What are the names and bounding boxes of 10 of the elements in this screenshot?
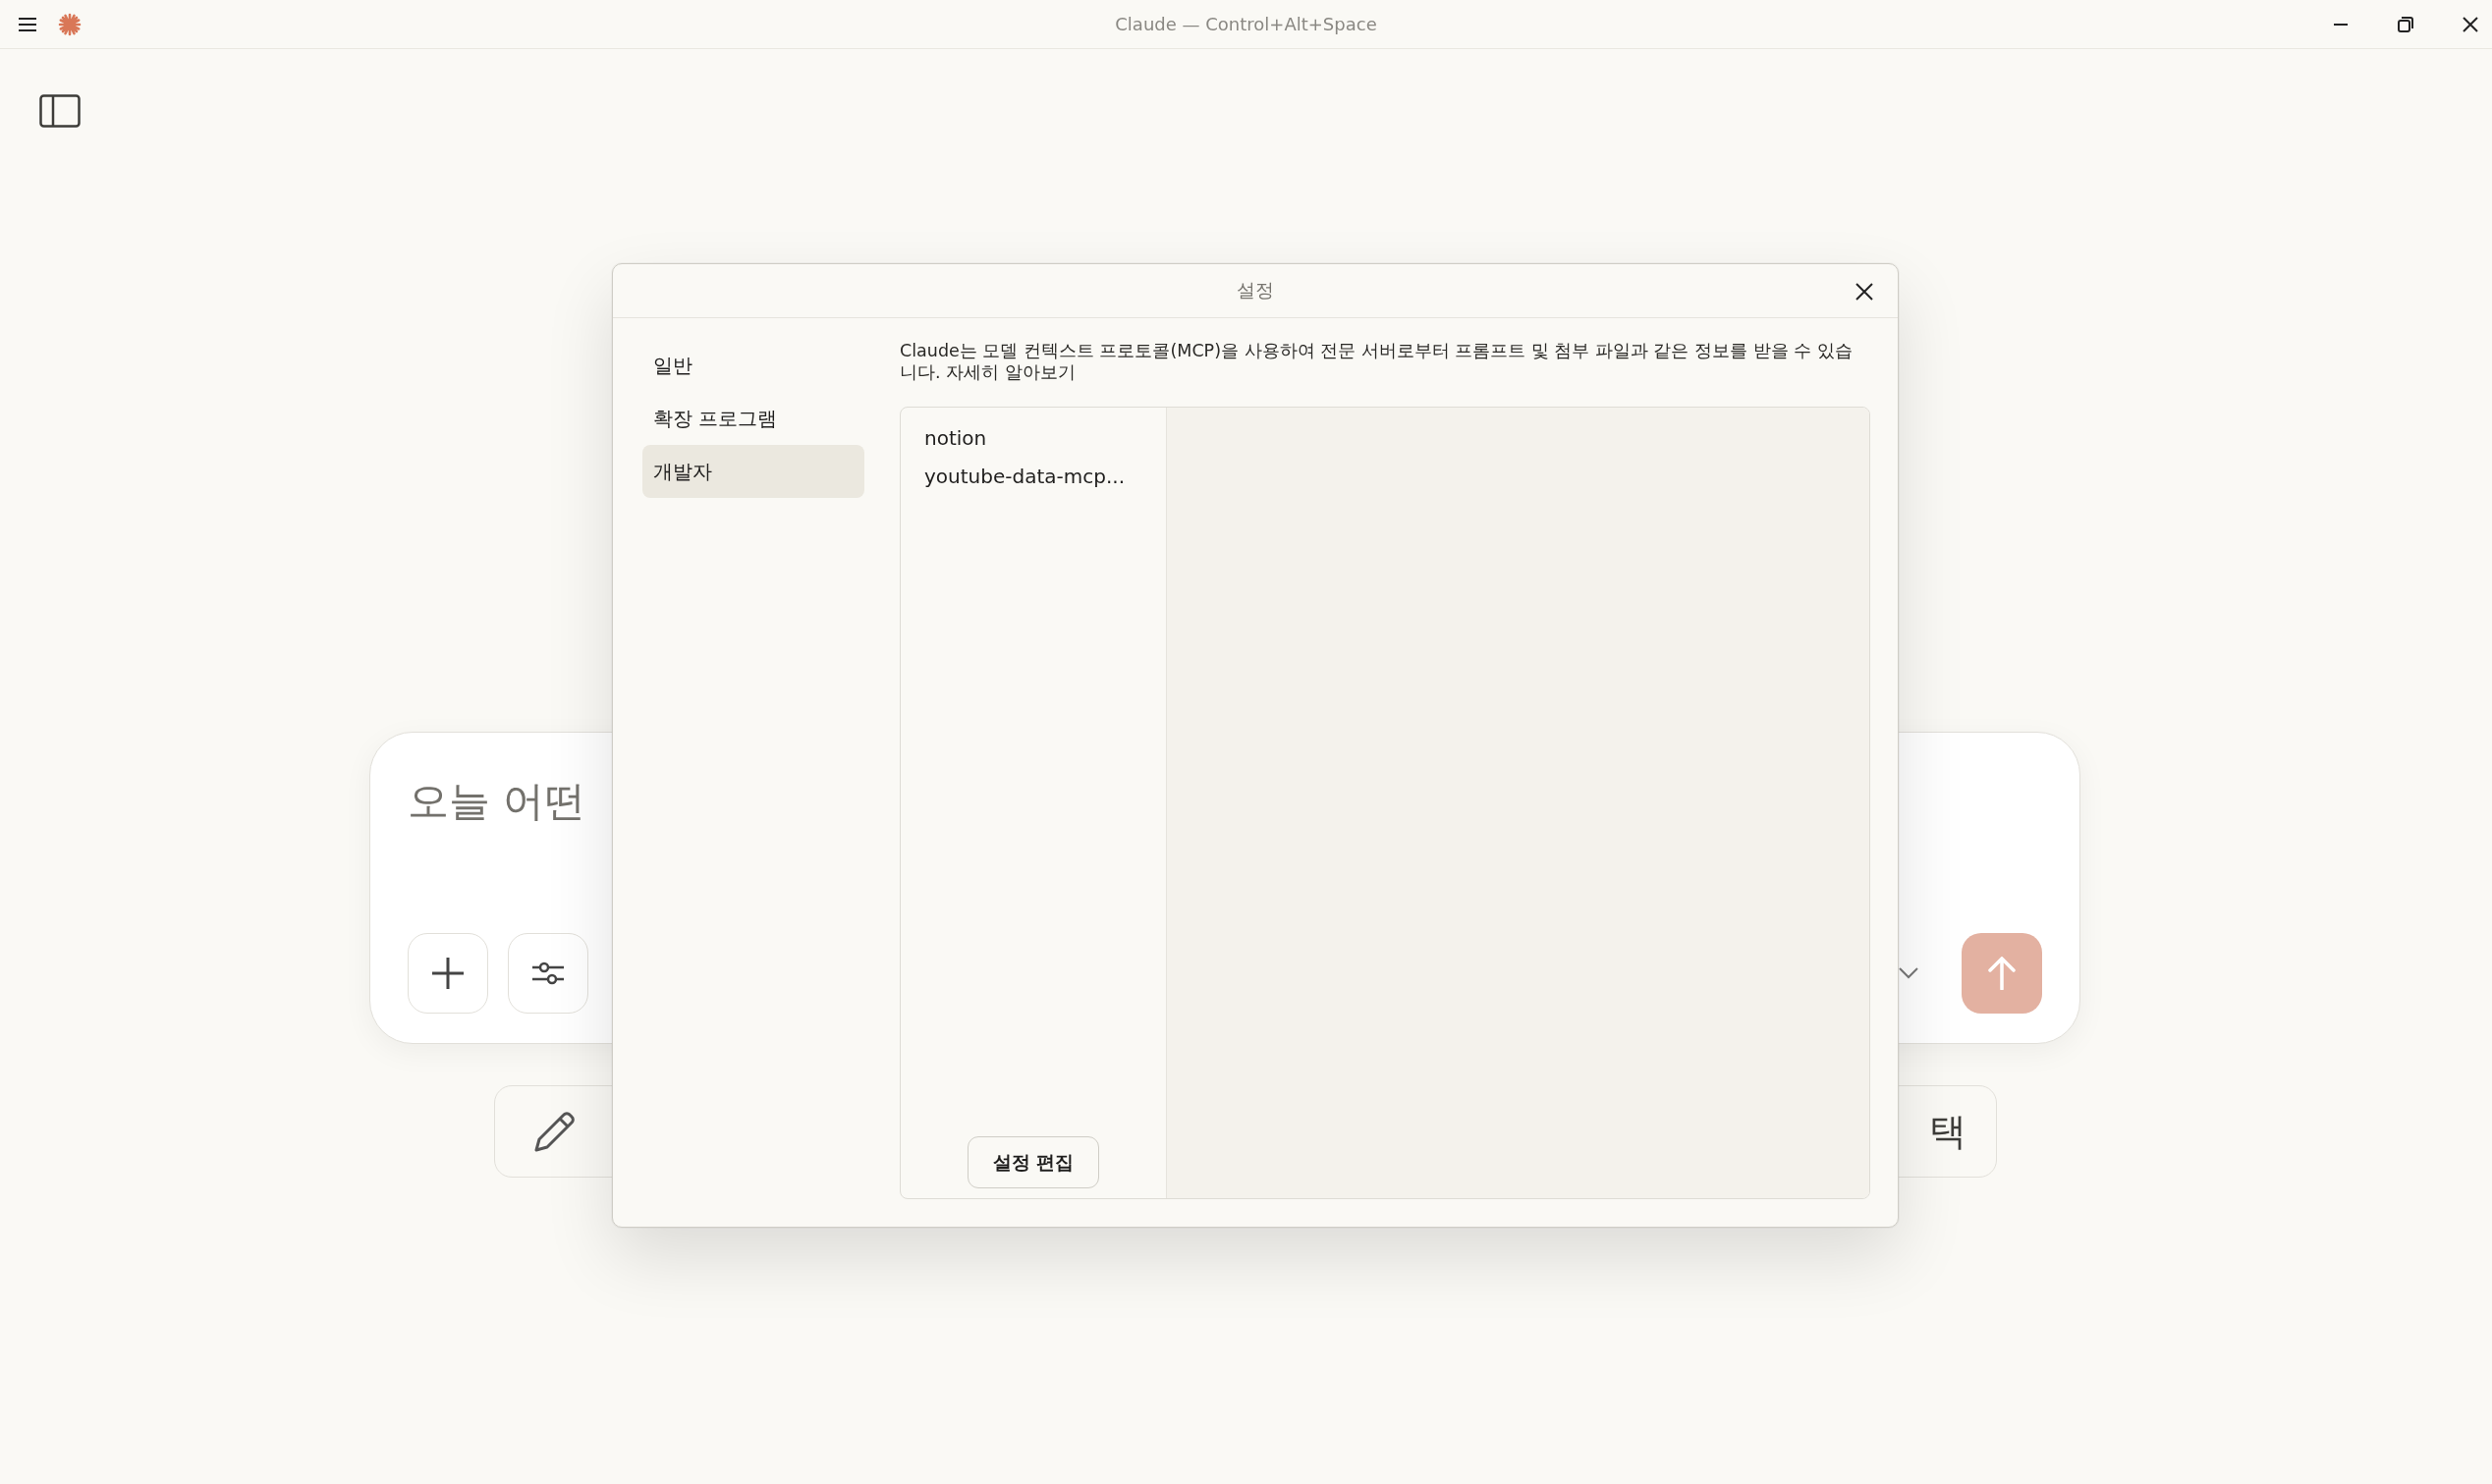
nav-item[interactable]: 일반 — [642, 339, 864, 392]
nav-item[interactable]: 개발자 — [642, 445, 864, 498]
placeholder-text: 오늘 어떤 — [408, 777, 586, 825]
edit-config-button[interactable]: 설정 편집 — [968, 1136, 1099, 1188]
window-title: Claude — Control+Alt+Space — [1115, 14, 1377, 34]
description-text: Claude는 모델 컨텍스트 프로토콜(MCP)을 사용하여 전문 서버로부터 프롬프트 및 첨부 파일과 같은 정보를 받을 수 있습니다. 자세히 알아보기 — [900, 340, 1854, 383]
dialog-title: 설정 — [1237, 278, 1274, 302]
server-item[interactable]: notion — [901, 419, 1166, 458]
server-item[interactable]: youtube-data-mcp... — [901, 458, 1166, 496]
nav-item[interactable]: 확장 프로그램 — [642, 392, 864, 445]
